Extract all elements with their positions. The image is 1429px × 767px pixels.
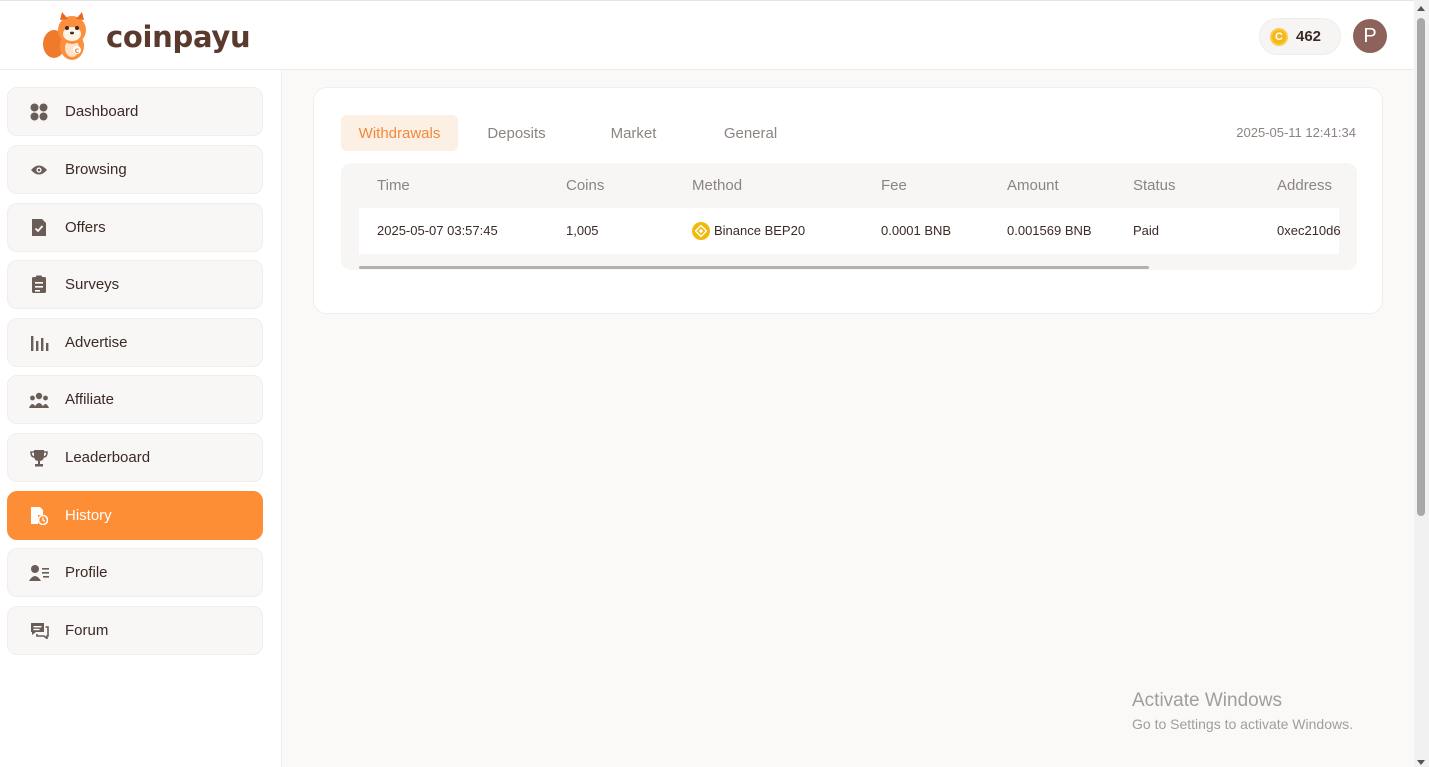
sidebar: Dashboard Browsing Offers Surveys Advert… xyxy=(0,70,282,767)
users-icon xyxy=(29,390,49,410)
column-header-status: Status xyxy=(1133,177,1176,194)
sidebar-item-label: Surveys xyxy=(65,276,120,293)
sidebar-item-label: Leaderboard xyxy=(65,449,151,466)
coin-balance-pill[interactable]: C 462 xyxy=(1259,18,1341,55)
cell-coins: 1,005 xyxy=(566,223,599,238)
tab-market[interactable]: Market xyxy=(575,115,692,151)
chat-icon xyxy=(29,621,49,641)
sidebar-item-browsing[interactable]: Browsing xyxy=(7,145,263,194)
binance-icon xyxy=(692,222,710,240)
top-bar: C coinpayu C 462 P xyxy=(0,0,1414,70)
watermark-title: Activate Windows xyxy=(1132,690,1282,711)
history-card: Withdrawals Deposits Market General 2025… xyxy=(313,87,1383,314)
scrollbar-thumb[interactable] xyxy=(359,266,1149,269)
column-header-method: Method xyxy=(692,177,743,194)
sidebar-item-label: Offers xyxy=(65,219,106,236)
bar-chart-icon xyxy=(29,333,49,353)
page-vertical-scrollbar[interactable] xyxy=(1414,0,1429,767)
squirrel-logo-icon: C xyxy=(43,12,86,60)
column-header-fee: Fee xyxy=(881,177,907,194)
tab-general[interactable]: General xyxy=(692,115,809,151)
profile-icon xyxy=(29,563,49,583)
sidebar-item-surveys[interactable]: Surveys xyxy=(7,260,263,309)
table-horizontal-scrollbar[interactable] xyxy=(359,266,1339,269)
coin-balance: 462 xyxy=(1296,28,1322,45)
cell-fee: 0.0001 BNB xyxy=(881,223,952,238)
avatar[interactable]: P xyxy=(1353,19,1387,53)
sidebar-item-leaderboard[interactable]: Leaderboard xyxy=(7,433,263,482)
sidebar-item-label: Forum xyxy=(65,622,109,639)
sidebar-item-label: Profile xyxy=(65,564,108,581)
coin-icon: C xyxy=(1270,27,1288,46)
current-timestamp: 2025-05-11 12:41:34 xyxy=(1236,125,1356,140)
sidebar-item-label: Browsing xyxy=(65,161,127,178)
logo[interactable]: C coinpayu xyxy=(42,9,251,65)
trophy-icon xyxy=(29,448,49,468)
sidebar-item-profile[interactable]: Profile xyxy=(7,548,263,597)
sidebar-item-dashboard[interactable]: Dashboard xyxy=(7,87,263,136)
sidebar-item-affiliate[interactable]: Affiliate xyxy=(7,375,263,424)
svg-text:C: C xyxy=(75,48,80,55)
cell-amount: 0.001569 BNB xyxy=(1007,223,1092,238)
sidebar-item-label: Affiliate xyxy=(65,391,114,408)
withdrawals-table: Time Coins Method Fee Amount Status Addr… xyxy=(341,163,1357,270)
sidebar-item-history[interactable]: History xyxy=(7,491,263,540)
sidebar-item-advertise[interactable]: Advertise xyxy=(7,318,263,367)
eye-icon xyxy=(29,160,49,180)
cell-time: 2025-05-07 03:57:45 xyxy=(377,223,498,238)
cell-method: Binance BEP20 xyxy=(714,223,806,238)
windows-activation-watermark: Activate Windows Go to Settings to activ… xyxy=(1132,690,1353,732)
scroll-up-arrow-icon[interactable] xyxy=(1417,6,1425,11)
watermark-subtitle: Go to Settings to activate Windows. xyxy=(1132,716,1353,732)
sidebar-item-label: Dashboard xyxy=(65,103,139,120)
column-header-address: Address xyxy=(1277,177,1333,194)
document-check-icon xyxy=(29,218,49,238)
cell-status: Paid xyxy=(1133,223,1160,238)
sidebar-item-label: History xyxy=(65,507,112,524)
sidebar-item-forum[interactable]: Forum xyxy=(7,606,263,655)
history-icon xyxy=(29,506,49,526)
tab-deposits[interactable]: Deposits xyxy=(458,115,575,151)
logo-text: coinpayu xyxy=(106,20,251,54)
checklist-icon xyxy=(29,275,49,295)
sidebar-item-offers[interactable]: Offers xyxy=(7,203,263,252)
column-header-amount: Amount xyxy=(1007,177,1059,194)
scrollbar-thumb[interactable] xyxy=(1417,18,1425,516)
scroll-down-arrow-icon[interactable] xyxy=(1417,760,1425,765)
history-tabs: Withdrawals Deposits Market General xyxy=(341,115,809,151)
table-row: 2025-05-07 03:57:45 1,005 Binance BEP20 … xyxy=(359,208,1341,254)
dashboard-icon xyxy=(29,102,49,122)
column-header-time: Time xyxy=(377,177,410,194)
sidebar-item-label: Advertise xyxy=(65,334,128,351)
column-header-coins: Coins xyxy=(566,177,605,194)
tab-withdrawals[interactable]: Withdrawals xyxy=(341,115,458,151)
cell-address[interactable]: 0xec210d6 xyxy=(1277,223,1341,238)
